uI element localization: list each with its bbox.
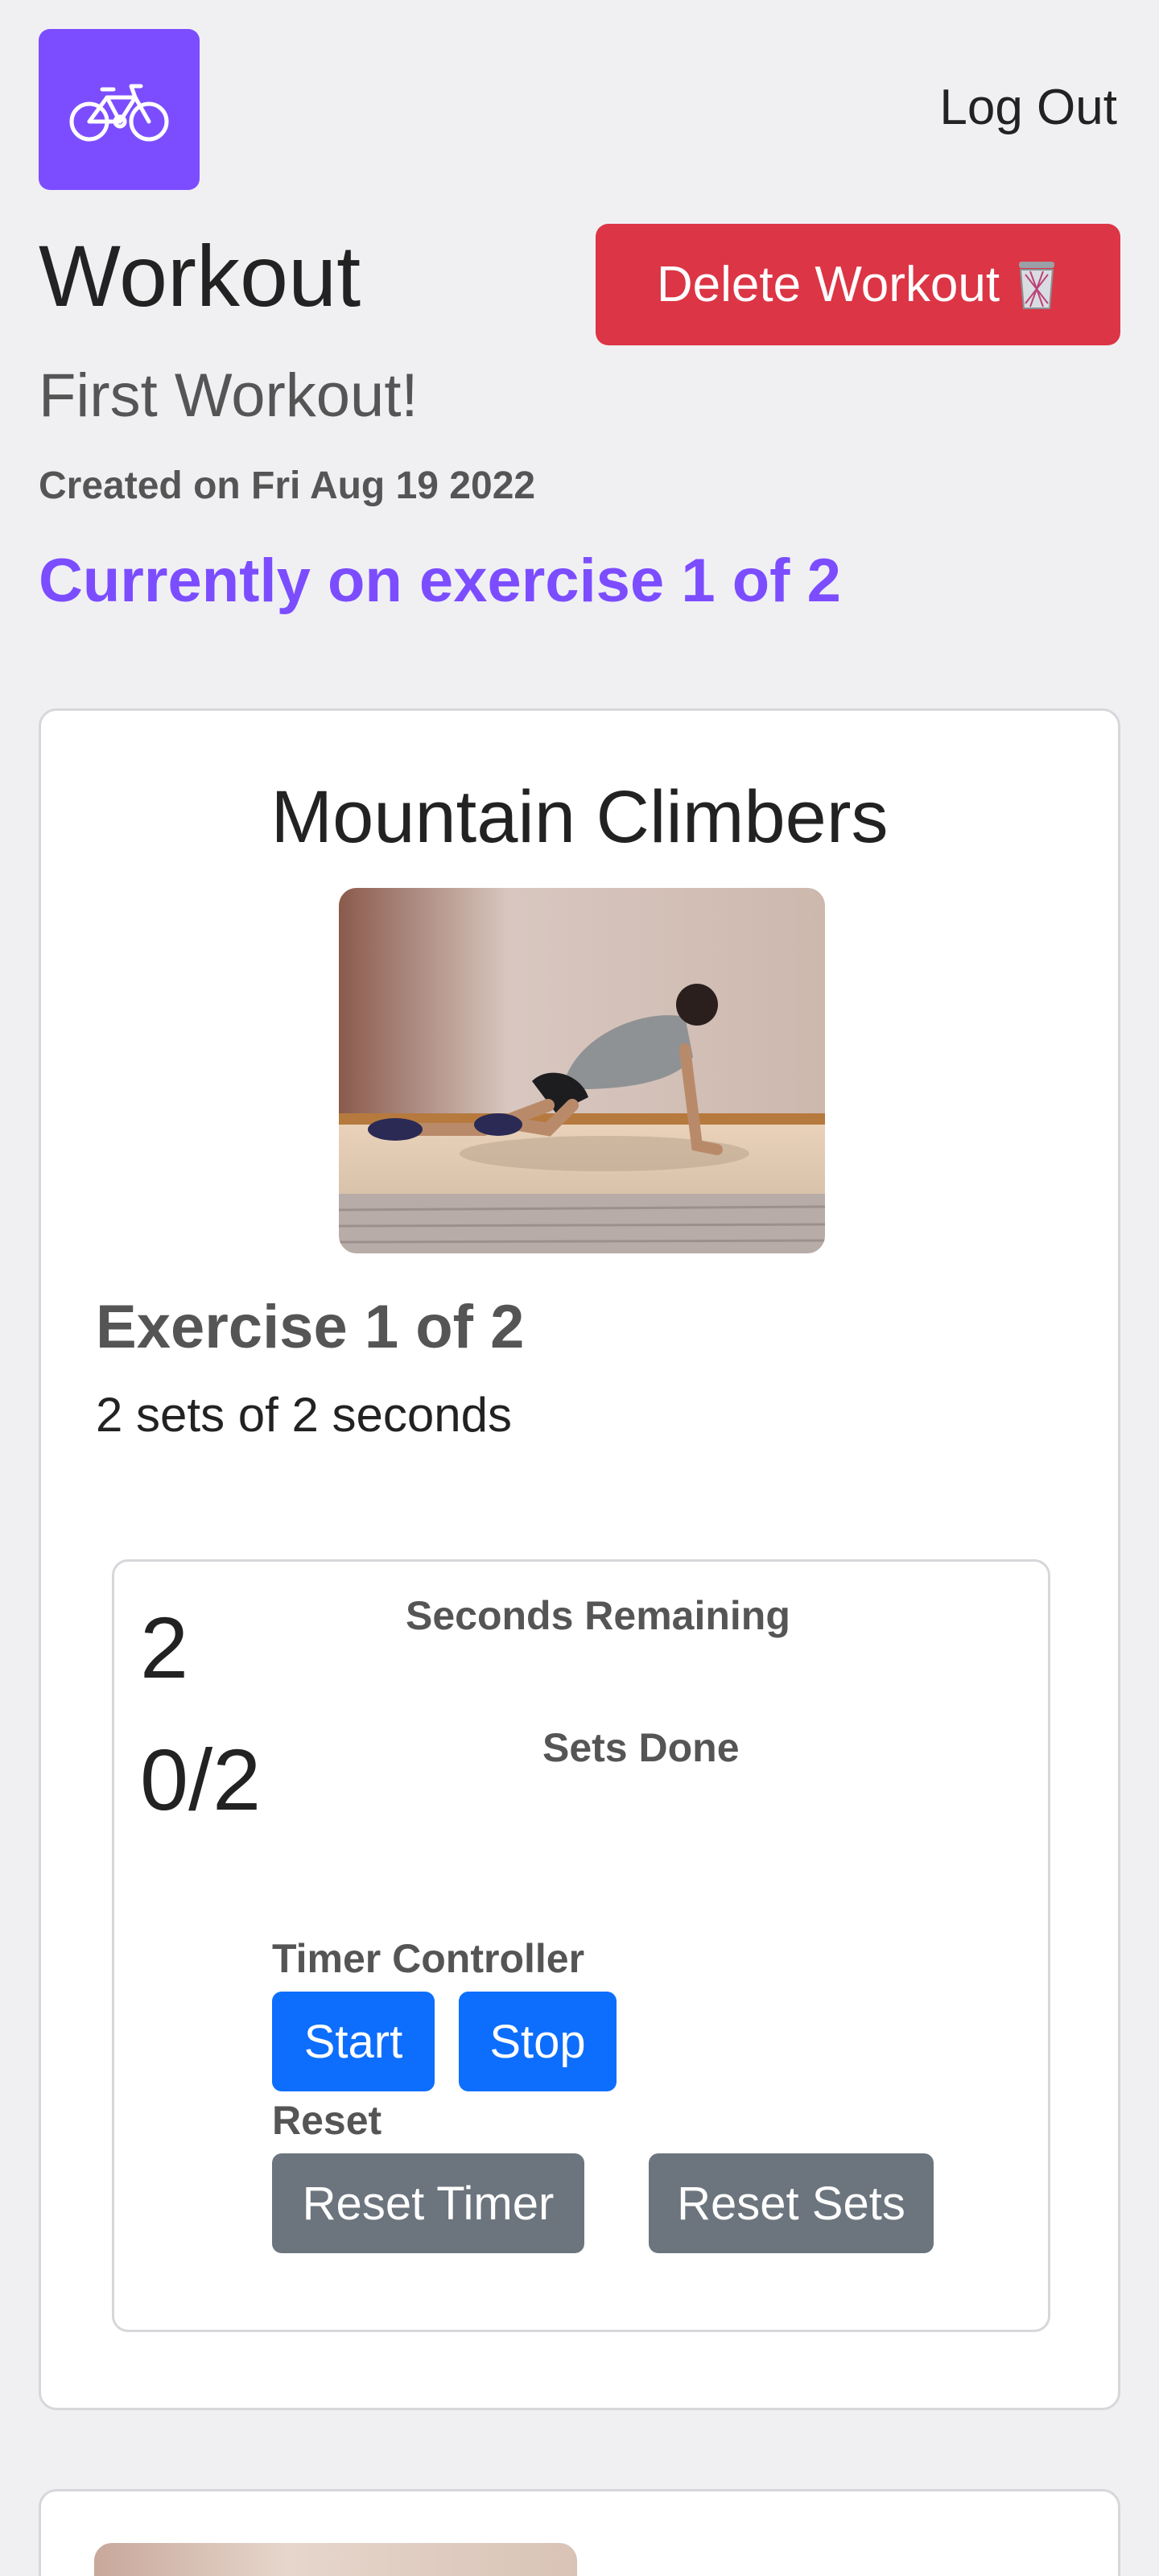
sets-done-label: Sets Done: [542, 1725, 740, 1770]
delete-workout-button[interactable]: Delete Workout: [596, 224, 1120, 345]
seconds-remaining-label: Seconds Remaining: [406, 1593, 790, 1638]
exercise-name: Mountain Climbers: [270, 776, 889, 858]
next-exercise-card: [39, 2489, 1120, 2576]
created-date: Created on Fri Aug 19 2022: [39, 464, 536, 507]
exercise-progress: Currently on exercise 1 of 2: [39, 547, 841, 615]
exercise-image: [339, 888, 825, 1253]
seconds-remaining-value: 2: [140, 1599, 189, 1696]
exercise-card: Mountain Climbers Exercise 1 of 2 2 sets…: [39, 708, 1120, 2410]
page-title: Workout: [39, 227, 361, 324]
delete-workout-label: Delete Workout: [656, 257, 1000, 312]
exercise-description: 2 sets of 2 seconds: [96, 1388, 512, 1442]
next-exercise-image: [94, 2543, 577, 2576]
logout-link[interactable]: Log Out: [939, 79, 1117, 136]
exercise-count: Exercise 1 of 2: [96, 1293, 525, 1361]
workout-name: First Workout!: [39, 361, 419, 430]
timer-panel: 2 Seconds Remaining 0/2 Sets Done Timer …: [112, 1559, 1050, 2332]
reset-timer-button[interactable]: Reset Timer: [272, 2153, 584, 2253]
bicycle-icon: [69, 84, 169, 142]
reset-sets-button[interactable]: Reset Sets: [649, 2153, 934, 2253]
trash-icon: [1019, 261, 1055, 309]
app-logo[interactable]: [39, 29, 200, 190]
reset-label: Reset: [272, 2098, 382, 2143]
stop-button[interactable]: Stop: [459, 1992, 617, 2091]
sets-done-value: 0/2: [140, 1731, 262, 1828]
timer-controller-label: Timer Controller: [272, 1936, 585, 1981]
workout-page: Log Out Workout Delete Workout First Wor…: [0, 0, 1159, 2576]
start-button[interactable]: Start: [272, 1992, 435, 2091]
